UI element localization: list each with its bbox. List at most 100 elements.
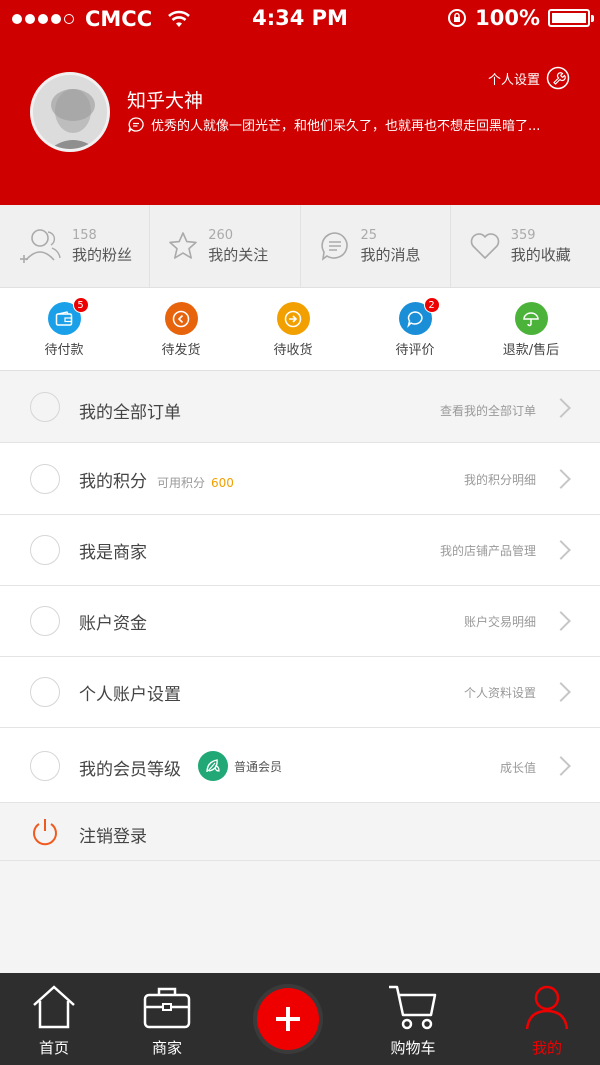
chevron-circle-icon [30, 751, 60, 781]
battery-percent: 100% [475, 6, 540, 30]
star-icon [169, 232, 198, 259]
order-label: 待发货 [161, 343, 201, 358]
points-label: 可用积分 [157, 476, 206, 490]
order-status-bar: 5 待付款 待发货 待收货 2 待评价 退款/售后 [0, 288, 600, 371]
tab-bar: 首页 商家 购物车 我的 [0, 973, 600, 1065]
profile-settings-button[interactable]: 个人设置 [488, 66, 570, 90]
tab-cart[interactable]: 购物车 [380, 983, 446, 1058]
signature-text: 优秀的人就像一团光芒，和他们呆久了，也就再也不想走回黑暗了... [151, 119, 541, 134]
stat-label: 我的收藏 [510, 245, 571, 264]
stat-count: 25 [360, 227, 378, 243]
wallet-icon: 5 [47, 297, 89, 335]
tab-label: 首页 [38, 1039, 69, 1057]
stat-label: 我的消息 [360, 245, 421, 264]
profile-header: CMCC 4:34 PM 100% 知乎大神 优秀的人就像一团光芒，和他们呆久了… [0, 0, 600, 205]
tab-merchants[interactable]: 商家 [137, 983, 197, 1058]
chevron-circle-icon [30, 392, 60, 422]
logout-row[interactable]: 注销登录 [0, 803, 600, 861]
arrow-left-circle-icon [164, 302, 198, 335]
stat-count: 359 [510, 227, 536, 243]
menu-hint: 成长值 [499, 761, 536, 775]
plus-icon [257, 988, 319, 1050]
briefcase-icon [143, 987, 191, 1029]
stat-text: 260 我的关注 [208, 228, 268, 265]
chevron-right-icon [551, 756, 571, 776]
power-icon [33, 819, 57, 846]
menu-row-account-funds[interactable]: 账户资金 账户交易明细 [0, 586, 600, 657]
tab-home[interactable]: 首页 [24, 983, 84, 1058]
battery-icon [548, 9, 594, 27]
stat-fans[interactable]: 158 我的粉丝 [0, 205, 151, 287]
menu-row-account-settings[interactable]: 个人账户设置 个人资料设置 [0, 657, 600, 728]
menu-title: 我的积分 [79, 472, 147, 492]
settings-label: 个人设置 [487, 72, 540, 88]
stat-text: 359 我的收藏 [511, 228, 571, 265]
speech-bubble-icon [128, 116, 144, 132]
menu-hint: 我的积分明细 [463, 473, 536, 487]
menu-title: 我的会员等级 [79, 760, 181, 780]
message-icon [320, 232, 348, 261]
order-badge: 5 [72, 297, 89, 313]
arrow-right-circle-icon [276, 302, 310, 335]
comment-glyph [407, 310, 423, 328]
order-pending-receipt[interactable]: 待收货 [243, 302, 343, 358]
menu-row-merchant[interactable]: 我是商家 我的店铺产品管理 [0, 515, 600, 586]
menu-row-points[interactable]: 我的积分 可用积分 600 我的积分明细 [0, 443, 600, 515]
order-pending-shipment[interactable]: 待发货 [131, 302, 231, 358]
username: 知乎大神 [127, 90, 204, 112]
member-level: 普通会员 [234, 760, 283, 774]
order-label: 待收货 [273, 343, 313, 358]
user-icon [525, 985, 569, 1030]
chevron-circle-icon [30, 606, 60, 636]
chevron-right-icon [551, 682, 571, 702]
tab-label: 商家 [151, 1039, 182, 1057]
points-value: 600 [211, 476, 234, 490]
stats-bar: 158 我的粉丝 260 我的关注 25 我的消息 359 我的收藏 [0, 205, 600, 288]
stat-count: 260 [208, 227, 234, 243]
chevron-circle-icon [30, 535, 60, 565]
menu-title: 我的全部订单 [79, 403, 181, 423]
add-button[interactable] [253, 984, 323, 1054]
avatar-portrait [33, 75, 107, 149]
tab-profile[interactable]: 我的 [517, 983, 577, 1058]
rotation-lock-icon [448, 9, 467, 27]
arrow-left-glyph [172, 310, 190, 327]
umbrella-glyph [523, 311, 539, 326]
stat-following[interactable]: 260 我的关注 [150, 205, 301, 287]
comment-icon: 2 [398, 297, 440, 335]
menu-row-all-orders[interactable]: 我的全部订单 查看我的全部订单 [0, 371, 600, 443]
menu-title: 个人账户设置 [79, 685, 181, 705]
menu-hint: 我的店铺产品管理 [439, 544, 536, 558]
wallet-glyph [55, 310, 73, 326]
stat-count: 158 [72, 227, 97, 243]
stat-label: 我的关注 [208, 245, 269, 264]
home-icon [33, 985, 75, 1029]
tab-label: 购物车 [390, 1039, 436, 1057]
chevron-right-icon [551, 611, 571, 631]
fans-icon [20, 229, 61, 263]
avatar[interactable] [30, 72, 110, 152]
battery-area: 100% [447, 6, 594, 30]
menu-hint: 个人资料设置 [463, 686, 536, 700]
menu-hint: 账户交易明细 [463, 615, 536, 629]
signature: 优秀的人就像一团光芒，和他们呆久了，也就再也不想走回黑暗了... [127, 115, 540, 134]
menu-title: 账户资金 [79, 614, 147, 634]
stat-favorites[interactable]: 359 我的收藏 [451, 205, 600, 287]
menu-title: 我是商家 [79, 543, 147, 563]
tab-label: 我的 [531, 1039, 562, 1057]
status-bar: CMCC 4:34 PM 100% [0, 0, 600, 38]
chevron-right-icon [551, 469, 571, 489]
order-label: 待评价 [395, 343, 435, 358]
order-pending-review[interactable]: 2 待评价 [365, 297, 465, 358]
menu-row-membership[interactable]: 我的会员等级 普通会员 成长值 [0, 728, 600, 803]
stat-messages[interactable]: 25 我的消息 [301, 205, 451, 287]
chevron-right-icon [551, 398, 571, 418]
order-refund-aftersale[interactable]: 退款/售后 [481, 302, 581, 358]
menu-hint: 查看我的全部订单 [439, 404, 536, 418]
order-pending-payment[interactable]: 5 待付款 [14, 297, 114, 358]
logout-label: 注销登录 [79, 827, 147, 847]
stat-label: 我的粉丝 [72, 245, 133, 264]
arrow-right-glyph [284, 310, 302, 327]
order-label: 退款/售后 [502, 343, 560, 358]
order-badge: 2 [423, 297, 440, 313]
